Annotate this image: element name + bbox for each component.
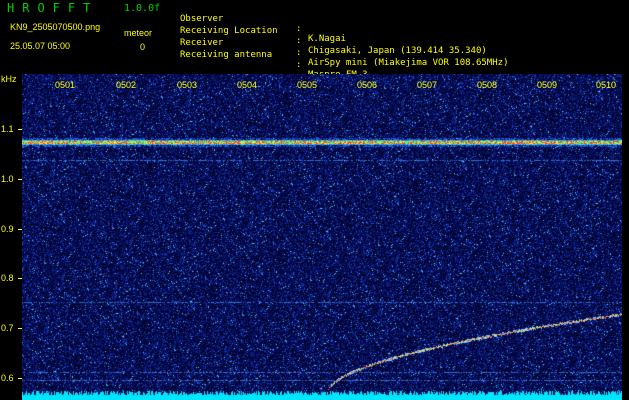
y-tick-mark [18,229,22,230]
y-tick-label: 0.6 [1,373,14,383]
y-tick-mark [18,179,22,180]
y-tick-label: 0.9 [1,224,14,234]
meteor-count: 0 [140,42,146,52]
info-separator: : [296,60,302,70]
header: HROFFT 1.0.0f KN9_2505070500.png 25.05.0… [0,0,629,80]
file-name: KN9_2505070500.png [10,22,101,32]
x-tick-label: 0509 [537,80,558,90]
x-tick-label: 0504 [237,80,258,90]
x-tick-label: 0506 [357,80,378,90]
info-value: K.Nagai [308,34,346,44]
y-axis-unit: kHz [1,74,17,84]
x-tick-label: 0507 [417,80,438,90]
meteor-label: meteor [124,28,153,38]
y-tick-mark [18,378,22,379]
info-separator: : [296,36,302,46]
y-tick-label: 1.1 [1,124,14,134]
app-title: HROFFT [7,1,99,15]
y-tick-mark [18,278,22,279]
x-tick-label: 0508 [477,80,498,90]
x-tick-label: 0505 [297,80,318,90]
x-tick-label: 0510 [596,80,617,90]
file-datetime: 25.05.07 05:00 [10,41,71,51]
y-tick-label: 0.8 [1,273,14,283]
x-tick-label: 0501 [55,80,76,90]
app-version: 1.0.0f [124,3,161,14]
y-tick-label: 1.0 [1,174,14,184]
info-separator: : [296,24,302,34]
info-value: Chigasaki, Japan (139.414 35.340) [308,46,487,56]
spectrogram-plot [22,74,622,400]
x-tick-label: 0503 [177,80,198,90]
y-tick-mark [18,328,22,329]
spectrogram-canvas [22,74,622,400]
info-separator: : [296,48,302,58]
y-tick-label: 0.7 [1,323,14,333]
info-value: AirSpy mini (Miakejima VOR 108.65MHz) [308,58,509,68]
x-tick-label: 0502 [116,80,137,90]
y-tick-mark [18,129,22,130]
info-label: Receiving antenna [180,50,273,60]
